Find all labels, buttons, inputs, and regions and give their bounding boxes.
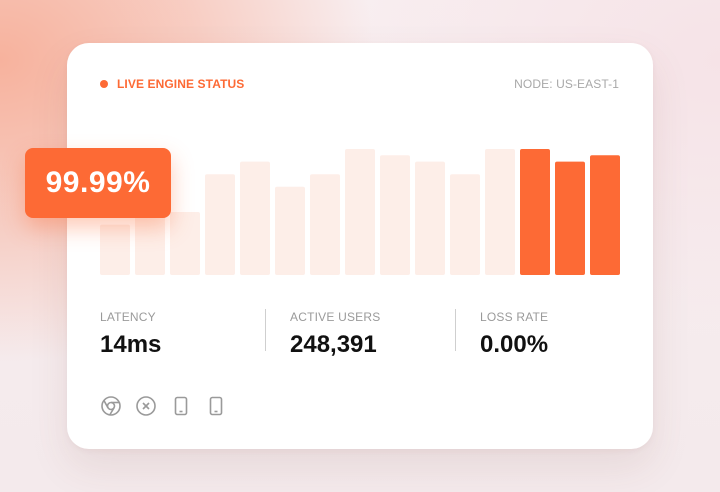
metric-divider (455, 309, 456, 351)
chart-bar (415, 161, 445, 275)
chart-bar (205, 174, 235, 275)
chart-bar (240, 161, 270, 275)
metric-active-users: ACTIVE USERS 248,391 (290, 309, 380, 359)
chart-bar (100, 224, 130, 275)
tablet-icon[interactable] (205, 395, 227, 417)
close-circle-icon[interactable] (135, 395, 157, 417)
metric-label: LOSS RATE (480, 310, 549, 324)
metric-loss-rate: LOSS RATE 0.00% (480, 309, 548, 359)
metric-value: 248,391 (290, 331, 377, 358)
traffic-bar-chart (100, 149, 620, 275)
chart-bar (345, 149, 375, 275)
uptime-badge: 99.99% (25, 148, 171, 218)
metric-label: ACTIVE USERS (290, 310, 381, 324)
chart-bar-active (520, 149, 550, 275)
metric-divider (265, 309, 266, 351)
engine-status-card: LIVE ENGINE STATUS NODE: US-EAST-1 LATEN… (67, 43, 653, 449)
chart-bar-active (555, 161, 585, 275)
chart-bar (170, 212, 200, 275)
browser-icon-row (100, 395, 227, 417)
chart-bar (485, 149, 515, 275)
chart-bar (275, 186, 305, 275)
chart-bar (135, 209, 165, 275)
status-title: LIVE ENGINE STATUS (117, 77, 245, 91)
node-label: NODE: US-EAST-1 (514, 77, 619, 91)
chart-bar (450, 174, 480, 275)
chart-bar (310, 174, 340, 275)
tablet-icon[interactable] (170, 395, 192, 417)
metric-label: LATENCY (100, 310, 156, 324)
metric-value: 0.00% (480, 331, 549, 358)
chart-bar-active (590, 155, 620, 275)
live-indicator-dot (100, 80, 108, 88)
metric-value: 14ms (100, 331, 162, 358)
chrome-icon[interactable] (100, 395, 122, 417)
metric-latency: LATENCY 14ms (100, 309, 161, 359)
chart-bar (380, 155, 410, 275)
